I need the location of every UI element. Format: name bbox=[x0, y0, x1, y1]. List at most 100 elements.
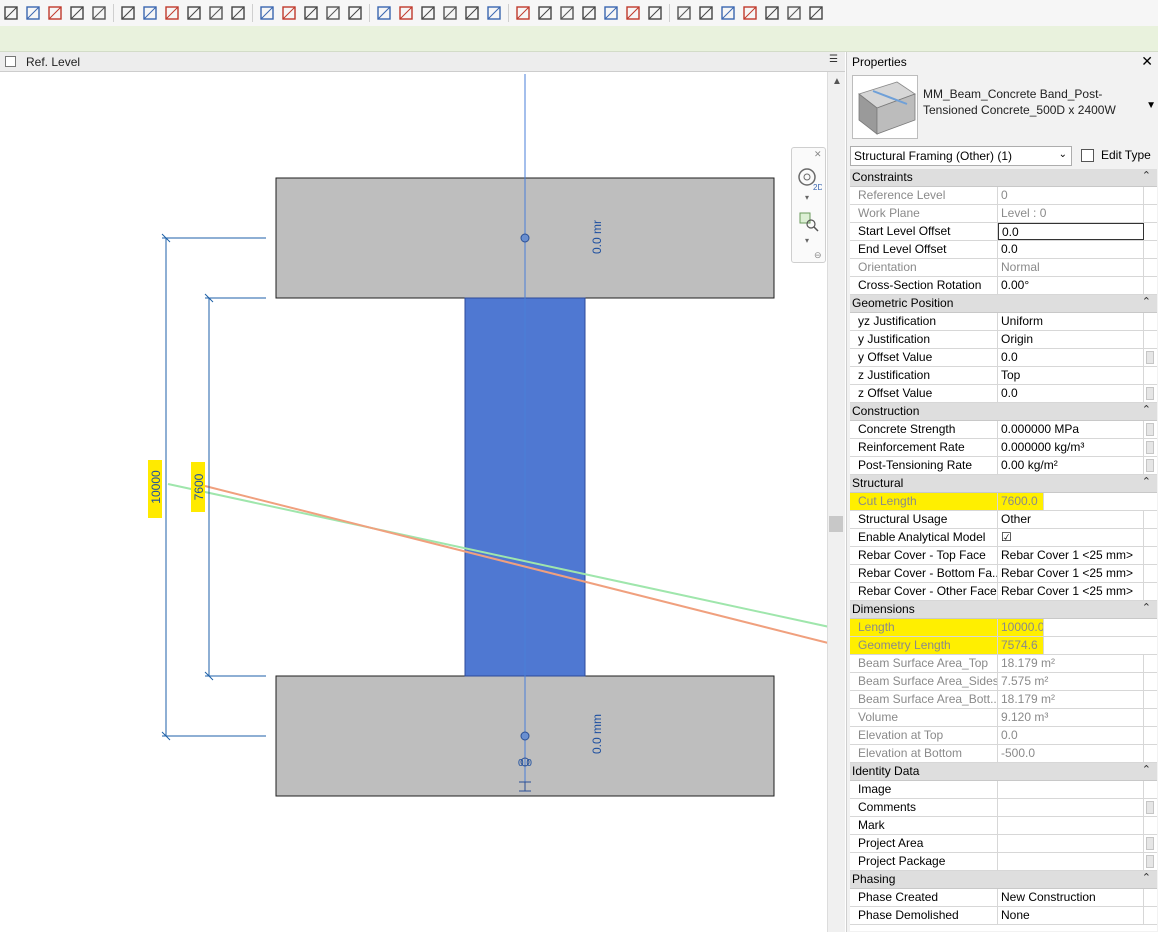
collapse-icon[interactable]: ⌃ bbox=[1142, 763, 1151, 776]
group-header-geometric-position[interactable]: Geometric Position ⌃ bbox=[850, 295, 1157, 313]
property-value[interactable] bbox=[998, 817, 1144, 834]
property-row[interactable]: Beam Surface Area_Bott... 18.179 m² bbox=[850, 691, 1157, 709]
properties-icon[interactable] bbox=[512, 2, 534, 24]
link-icon[interactable] bbox=[622, 2, 644, 24]
property-value[interactable]: Other bbox=[998, 511, 1144, 528]
chevron-down-icon[interactable]: ▾ bbox=[805, 236, 809, 245]
shape-icon[interactable] bbox=[461, 2, 483, 24]
unpin-icon[interactable] bbox=[761, 2, 783, 24]
property-row[interactable]: Start Level Offset 0.0 bbox=[850, 223, 1157, 241]
filter-icon[interactable] bbox=[534, 2, 556, 24]
property-row[interactable]: Geometry Length 7574.6 bbox=[850, 637, 1157, 655]
property-row[interactable]: Reference Level 0 bbox=[850, 187, 1157, 205]
chevron-down-icon[interactable]: ▾ bbox=[805, 193, 809, 202]
close-views-icon[interactable] bbox=[783, 2, 805, 24]
graph-icon[interactable] bbox=[717, 2, 739, 24]
property-row[interactable]: Cut Length 7600.0 bbox=[850, 493, 1157, 511]
row-scroll-handle[interactable] bbox=[1146, 837, 1154, 850]
row-scroll-handle[interactable] bbox=[1146, 459, 1154, 472]
frame-icon[interactable] bbox=[439, 2, 461, 24]
align-icon[interactable] bbox=[0, 2, 22, 24]
group-header-constraints[interactable]: Constraints ⌃ bbox=[850, 169, 1157, 187]
property-row[interactable]: Phase Demolished None bbox=[850, 907, 1157, 925]
select-icon[interactable] bbox=[673, 2, 695, 24]
property-row[interactable]: Length 10000.0 bbox=[850, 619, 1157, 637]
gear-icon[interactable] bbox=[695, 2, 717, 24]
property-row[interactable]: Project Package bbox=[850, 853, 1157, 871]
property-value[interactable]: 0.000000 MPa bbox=[998, 421, 1144, 438]
target-icon[interactable] bbox=[300, 2, 322, 24]
scroll-thumb[interactable] bbox=[829, 516, 843, 532]
property-value[interactable] bbox=[998, 853, 1144, 870]
property-value-input[interactable]: 0.0 bbox=[998, 223, 1144, 240]
copy-icon[interactable] bbox=[578, 2, 600, 24]
property-row[interactable]: Rebar Cover - Bottom Fa... Rebar Cover 1 … bbox=[850, 565, 1157, 583]
collapse-icon[interactable]: ⌃ bbox=[1142, 295, 1151, 308]
property-value[interactable]: Origin bbox=[998, 331, 1144, 348]
instance-filter-select[interactable]: Structural Framing (Other) (1) ⌄ bbox=[850, 146, 1072, 166]
property-row[interactable]: Rebar Cover - Top Face Rebar Cover 1 <25 … bbox=[850, 547, 1157, 565]
row-scroll-handle[interactable] bbox=[1146, 801, 1154, 814]
collapse-icon[interactable]: ⌃ bbox=[1142, 403, 1151, 416]
region-icon[interactable] bbox=[344, 2, 366, 24]
property-row[interactable]: y Offset Value 0.0 bbox=[850, 349, 1157, 367]
collapse-icon[interactable]: ⌃ bbox=[1142, 475, 1151, 488]
property-row[interactable]: Beam Surface Area_Sides 7.575 m² bbox=[850, 673, 1157, 691]
property-row[interactable]: Work Plane Level : 0 bbox=[850, 205, 1157, 223]
property-row[interactable]: Comments bbox=[850, 799, 1157, 817]
collapse-icon[interactable]: ⌃ bbox=[1142, 169, 1151, 182]
property-value[interactable]: None bbox=[998, 907, 1144, 924]
top-grip[interactable] bbox=[520, 233, 530, 243]
property-value[interactable]: 0.000000 kg/m³ bbox=[998, 439, 1144, 456]
property-value[interactable]: Uniform bbox=[998, 313, 1144, 330]
point-icon[interactable] bbox=[278, 2, 300, 24]
row-scroll-handle[interactable] bbox=[1146, 423, 1154, 436]
property-row[interactable]: z Offset Value 0.0 bbox=[850, 385, 1157, 403]
pin-icon-2[interactable] bbox=[739, 2, 761, 24]
dimension-text-outer[interactable]: 10000 bbox=[149, 470, 163, 504]
row-scroll-handle[interactable] bbox=[1146, 351, 1154, 364]
property-row[interactable]: Structural Usage Other bbox=[850, 511, 1157, 529]
type-dropdown-icon[interactable]: ▼ bbox=[1146, 100, 1156, 111]
property-value[interactable] bbox=[998, 799, 1144, 816]
array-icon[interactable] bbox=[88, 2, 110, 24]
text-icon[interactable] bbox=[417, 2, 439, 24]
property-value[interactable]: Top bbox=[998, 367, 1144, 384]
edit-type-button[interactable]: Edit Type bbox=[1079, 146, 1157, 166]
property-row[interactable]: Enable Analytical Model ☑ bbox=[850, 529, 1157, 547]
property-row[interactable]: Cross-Section Rotation 0.00° bbox=[850, 277, 1157, 295]
property-row[interactable]: yz Justification Uniform bbox=[850, 313, 1157, 331]
collapse-icon[interactable]: ⌃ bbox=[1142, 601, 1151, 614]
paste-icon[interactable] bbox=[600, 2, 622, 24]
property-value[interactable]: 0.0 bbox=[998, 349, 1144, 366]
group-header-construction[interactable]: Construction ⌃ bbox=[850, 403, 1157, 421]
group-header-phasing[interactable]: Phasing ⌃ bbox=[850, 871, 1157, 889]
view-icon[interactable] bbox=[644, 2, 666, 24]
property-row[interactable]: Reinforcement Rate 0.000000 kg/m³ bbox=[850, 439, 1157, 457]
canvas-scrollbar[interactable]: ▲ bbox=[827, 72, 845, 932]
rotate-icon[interactable] bbox=[66, 2, 88, 24]
trim-icon[interactable] bbox=[44, 2, 66, 24]
property-value[interactable]: ☑ bbox=[998, 529, 1144, 546]
mirror-icon[interactable] bbox=[117, 2, 139, 24]
split-element-icon[interactable] bbox=[22, 2, 44, 24]
property-row[interactable]: Orientation Normal bbox=[850, 259, 1157, 277]
property-row[interactable]: z Justification Top bbox=[850, 367, 1157, 385]
property-value[interactable]: Rebar Cover 1 <25 mm> bbox=[998, 565, 1144, 582]
switch-windows-icon[interactable] bbox=[805, 2, 827, 24]
group-header-structural[interactable]: Structural ⌃ bbox=[850, 475, 1157, 493]
property-row[interactable]: Beam Surface Area_Top 18.179 m² bbox=[850, 655, 1157, 673]
property-row[interactable]: Image bbox=[850, 781, 1157, 799]
wall-icon[interactable] bbox=[373, 2, 395, 24]
measure-icon[interactable] bbox=[161, 2, 183, 24]
navbar-options-icon[interactable]: ⊖ bbox=[814, 250, 822, 261]
group-header-dimensions[interactable]: Dimensions ⌃ bbox=[850, 601, 1157, 619]
property-value[interactable] bbox=[998, 835, 1144, 852]
property-value[interactable]: 0.00° bbox=[998, 277, 1144, 294]
view-tab[interactable]: Ref. Level ☰ bbox=[0, 52, 845, 72]
view-menu-icon[interactable]: ☰ bbox=[829, 54, 838, 65]
property-value[interactable]: 0.00 kg/m² bbox=[998, 457, 1144, 474]
property-row[interactable]: Elevation at Bottom -500.0 bbox=[850, 745, 1157, 763]
property-row[interactable]: Volume 9.120 m³ bbox=[850, 709, 1157, 727]
property-value[interactable]: 0.0 bbox=[998, 385, 1144, 402]
